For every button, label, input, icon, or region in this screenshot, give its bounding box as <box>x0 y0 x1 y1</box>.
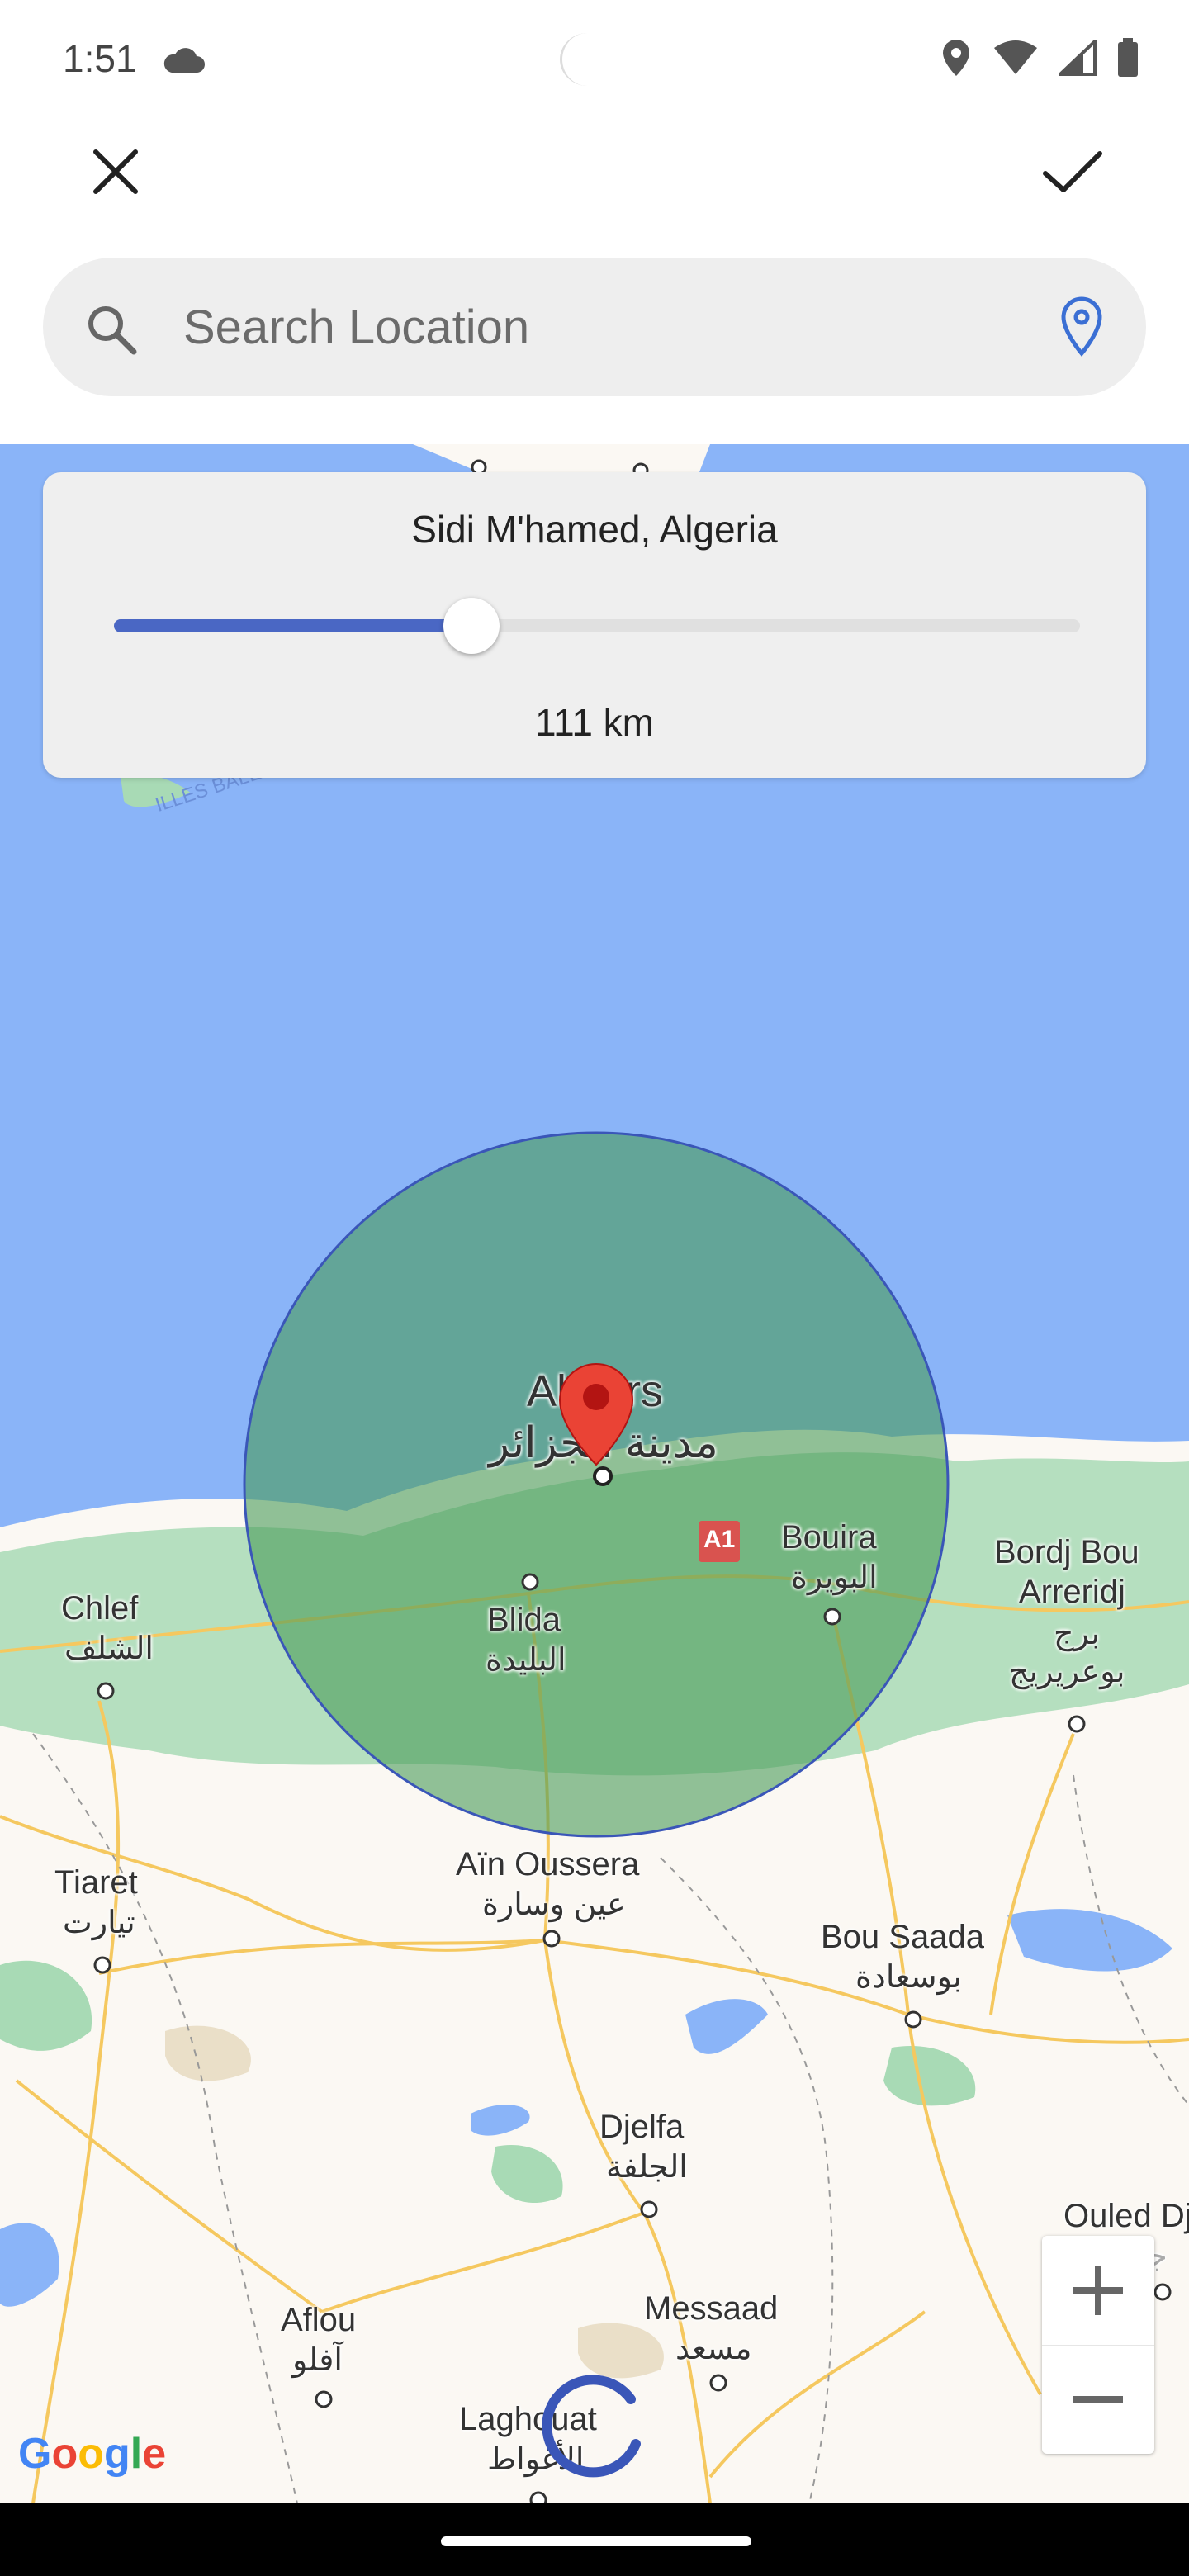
system-nav-bar <box>0 2503 1189 2576</box>
zoom-out-icon[interactable] <box>1042 2345 1154 2454</box>
map-label-bou-saada-ar: بوسعادة <box>855 1960 962 1995</box>
map-label-bordj: Bordj Bou <box>994 1534 1139 1570</box>
radius-value: 111 km <box>534 701 655 744</box>
loading-spinner <box>542 2375 641 2478</box>
map-label-blida: Blida <box>487 1602 561 1638</box>
map-label-bou-saada: Bou Saada <box>821 1919 984 1955</box>
map-label-chlef: Chlef <box>61 1590 139 1627</box>
map-label-tiaret-ar: تيارت <box>63 1906 135 1940</box>
map-label-aflou-ar: آفلو <box>292 2343 343 2378</box>
map-label-blida-ar: البليدة <box>486 1643 566 1678</box>
zoom-controls <box>1042 2236 1154 2454</box>
confirm-check-icon[interactable] <box>1039 139 1105 205</box>
camera-cutout <box>560 33 615 86</box>
location-status-icon <box>943 40 969 76</box>
status-bar: 1:51 <box>0 0 1189 116</box>
map-label-arreridj: Arreridj <box>1019 1574 1125 1610</box>
map-label-ain-oussera: Aïn Oussera <box>456 1846 640 1882</box>
zoom-in-icon[interactable] <box>1042 2236 1154 2346</box>
location-marker-icon[interactable] <box>555 1359 637 1491</box>
home-handle[interactable] <box>441 2536 751 2546</box>
search-bar[interactable] <box>43 258 1146 396</box>
map-label-ouled: Ouled Dj <box>1063 2198 1189 2234</box>
toolbar <box>0 116 1189 223</box>
signal-icon <box>1059 40 1097 76</box>
map-label-messaad: Messaad <box>644 2290 779 2327</box>
close-icon[interactable] <box>83 139 149 205</box>
map-label-aflou: Aflou <box>281 2302 357 2338</box>
radius-card: Sidi M'hamed, Algeria 111 km <box>43 472 1146 778</box>
map-label-bordj-ar1: برج <box>1054 1617 1101 1651</box>
radius-location-title: Sidi M'hamed, Algeria <box>411 508 778 551</box>
highway-shield-label: A1 <box>703 1526 736 1553</box>
battery-icon <box>1118 38 1138 77</box>
search-icon <box>88 306 137 355</box>
map-label-tiaret: Tiaret <box>54 1864 138 1901</box>
status-icons <box>940 38 1139 78</box>
map-label-bouira: Bouira <box>781 1519 877 1556</box>
cloud-icon <box>163 48 205 73</box>
map-label-ain-oussera-ar: عين وسارة <box>482 1887 626 1922</box>
search-input[interactable] <box>183 291 1009 363</box>
radius-slider-thumb[interactable] <box>443 598 500 654</box>
map-label-djelfa: Djelfa <box>599 2109 685 2145</box>
map-label-chlef-ar: الشلف <box>64 1631 154 1666</box>
wifi-icon <box>994 40 1037 74</box>
map-label-bouira-ar: البويرة <box>791 1560 878 1595</box>
radius-slider-fill <box>114 619 471 632</box>
google-logo: Google <box>18 2430 167 2478</box>
map-label-bordj-ar2: بوعريريج <box>1009 1655 1125 1689</box>
map-label-messaad-ar: مسعد <box>675 2332 752 2366</box>
my-location-pin-icon[interactable] <box>1059 296 1105 358</box>
status-time: 1:51 <box>63 37 137 80</box>
map-label-djelfa-ar: الجلفة <box>606 2150 688 2185</box>
radius-slider[interactable] <box>114 598 1080 654</box>
